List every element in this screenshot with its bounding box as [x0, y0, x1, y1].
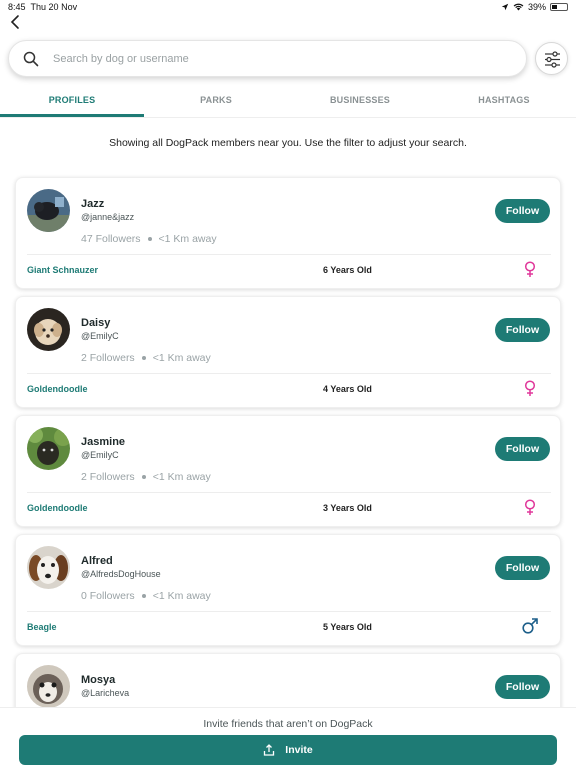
- dog-username: @AlfredsDogHouse: [81, 569, 161, 579]
- followers-count: 2 Followers: [81, 352, 135, 364]
- search-input[interactable]: [53, 49, 513, 69]
- card-divider: [27, 492, 551, 493]
- dog-meta: 0 Followers <1 Km away: [81, 590, 211, 602]
- distance: <1 Km away: [152, 352, 211, 364]
- tab-hashtags[interactable]: HASHTAGS: [432, 88, 576, 118]
- profile-card[interactable]: Jasmine @EmilyC 2 Followers <1 Km away F…: [15, 415, 561, 527]
- dog-meta: 2 Followers <1 Km away: [81, 471, 211, 483]
- breed: Beagle: [27, 622, 57, 632]
- tab-parks[interactable]: PARKS: [144, 88, 288, 118]
- avatar[interactable]: [27, 665, 70, 708]
- chevron-left-icon: [10, 15, 19, 29]
- follow-button[interactable]: Follow: [495, 318, 550, 342]
- breed: Goldendoodle: [27, 384, 88, 394]
- separator-dot: [141, 594, 146, 598]
- invite-button-label: Invite: [285, 744, 313, 756]
- avatar[interactable]: [27, 189, 70, 232]
- age: 3 Years Old: [323, 503, 372, 513]
- male-icon: [522, 618, 538, 634]
- separator-dot: [141, 356, 146, 360]
- profile-card[interactable]: Daisy @EmilyC 2 Followers <1 Km away Fol…: [15, 296, 561, 408]
- breed: Goldendoodle: [27, 503, 88, 513]
- dog-meta: 47 Followers <1 Km away: [81, 233, 217, 245]
- followers-count: 47 Followers: [81, 233, 141, 245]
- back-button[interactable]: [8, 14, 24, 30]
- separator-dot: [147, 237, 152, 241]
- status-time: 8:45: [8, 2, 26, 12]
- followers-count: 0 Followers: [81, 590, 135, 602]
- search-bar[interactable]: [8, 40, 527, 77]
- female-icon: [524, 261, 536, 277]
- distance: <1 Km away: [152, 590, 211, 602]
- dog-username: @EmilyC: [81, 450, 119, 460]
- search-icon: [23, 51, 39, 67]
- card-divider: [27, 611, 551, 612]
- wifi-icon: [513, 3, 524, 11]
- dog-username: @janne&jazz: [81, 212, 135, 222]
- age: 4 Years Old: [323, 384, 372, 394]
- share-icon: [264, 744, 275, 756]
- status-time-date: 8:45 Thu 20 Nov: [8, 2, 77, 12]
- avatar[interactable]: [27, 308, 70, 351]
- location-icon: [501, 3, 509, 11]
- dog-name[interactable]: Jazz: [81, 198, 104, 210]
- dog-username: @EmilyC: [81, 331, 119, 341]
- profile-card[interactable]: Alfred @AlfredsDogHouse 0 Followers <1 K…: [15, 534, 561, 646]
- dog-username: @Laricheva: [81, 688, 130, 698]
- followers-count: 2 Followers: [81, 471, 135, 483]
- avatar[interactable]: [27, 427, 70, 470]
- follow-button[interactable]: Follow: [495, 199, 550, 223]
- status-bar: 8:45 Thu 20 Nov 39%: [0, 0, 576, 14]
- results-info-text: Showing all DogPack members near you. Us…: [109, 137, 467, 149]
- status-indicators: 39%: [501, 2, 568, 12]
- card-divider: [27, 254, 551, 255]
- invite-button[interactable]: Invite: [19, 735, 557, 765]
- tab-divider: [0, 117, 576, 118]
- breed: Giant Schnauzer: [27, 265, 99, 275]
- dog-name[interactable]: Alfred: [81, 555, 113, 567]
- avatar[interactable]: [27, 546, 70, 589]
- dog-name[interactable]: Jasmine: [81, 436, 125, 448]
- follow-button[interactable]: Follow: [495, 675, 550, 699]
- female-icon: [524, 380, 536, 396]
- dog-meta: 2 Followers <1 Km away: [81, 352, 211, 364]
- distance: <1 Km away: [152, 471, 211, 483]
- female-icon: [524, 499, 536, 515]
- card-divider: [27, 373, 551, 374]
- age: 6 Years Old: [323, 265, 372, 275]
- battery-icon: [550, 3, 568, 11]
- status-date: Thu 20 Nov: [30, 2, 78, 12]
- follow-button[interactable]: Follow: [495, 437, 550, 461]
- sliders-icon: [545, 51, 560, 68]
- profile-card[interactable]: Jazz @janne&jazz 47 Followers <1 Km away…: [15, 177, 561, 289]
- follow-button[interactable]: Follow: [495, 556, 550, 580]
- filter-button[interactable]: [535, 42, 568, 75]
- distance: <1 Km away: [158, 233, 217, 245]
- dog-name[interactable]: Mosya: [81, 674, 115, 686]
- invite-prompt: Invite friends that aren’t on DogPack: [203, 718, 373, 730]
- separator-dot: [141, 475, 146, 479]
- age: 5 Years Old: [323, 622, 372, 632]
- dog-name[interactable]: Daisy: [81, 317, 110, 329]
- tab-businesses[interactable]: BUSINESSES: [288, 88, 432, 118]
- battery-percent: 39%: [527, 2, 546, 12]
